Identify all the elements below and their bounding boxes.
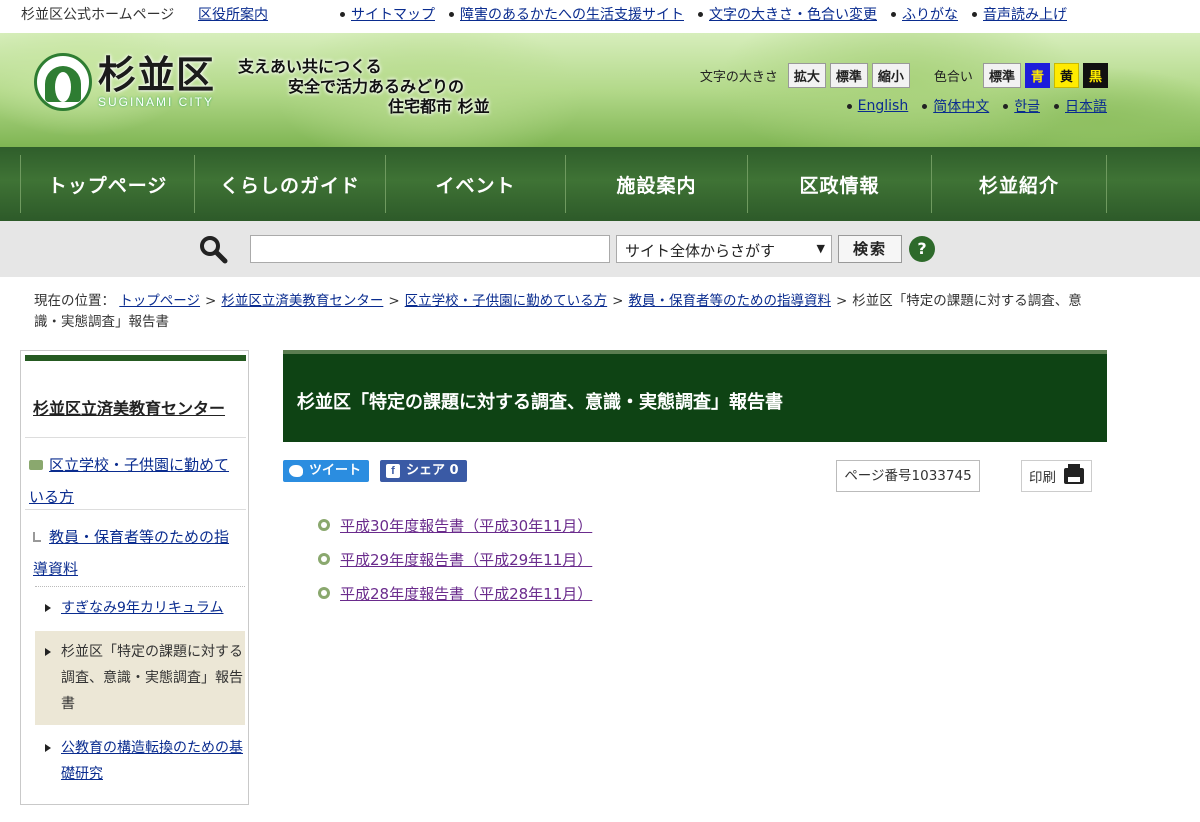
- breadcrumb-link[interactable]: 区立学校・子供園に勤めている方: [405, 293, 608, 309]
- color-label: 色合い: [933, 70, 973, 85]
- bullet-icon: [318, 553, 330, 565]
- display-settings-link[interactable]: 文字の大きさ・色合い変更: [698, 4, 877, 24]
- lang-english-link[interactable]: English: [846, 96, 908, 116]
- printer-icon: [1064, 464, 1084, 484]
- city-emblem-icon: [34, 53, 92, 111]
- nav-events[interactable]: イベント: [385, 155, 565, 213]
- sidebar: 杉並区立済美教育センター 区立学校・子供園に勤めている方 教員・保育者等のための…: [20, 350, 249, 805]
- nav-government-info[interactable]: 区政情報: [747, 155, 931, 213]
- furigana-link[interactable]: ふりがな: [891, 4, 958, 24]
- breadcrumb-link[interactable]: 杉並区立済美教育センター: [221, 293, 383, 309]
- report-list: 平成30年度報告書（平成30年11月） 平成29年度報告書（平成29年11月） …: [318, 508, 592, 610]
- sitemap-link[interactable]: サイトマップ: [340, 4, 435, 24]
- site-logo[interactable]: 杉並区 SUGINAMI CITY: [34, 53, 215, 111]
- display-tools: 文字の大きさ 拡大 標準 縮小 色合い 標準 青 黄 黒: [700, 63, 1108, 88]
- color-black-button[interactable]: 黒: [1082, 63, 1108, 88]
- triangle-right-icon: [45, 604, 51, 612]
- color-blue-button[interactable]: 青: [1024, 63, 1050, 88]
- lang-chinese-link[interactable]: 简体中文: [922, 96, 989, 116]
- lang-korean-link[interactable]: 한글: [1003, 96, 1040, 116]
- logo-name: 杉並区: [98, 53, 216, 97]
- triangle-right-icon: [45, 744, 51, 752]
- font-shrink-button[interactable]: 縮小: [871, 63, 910, 88]
- list-item: 平成28年度報告書（平成28年11月）: [318, 576, 592, 610]
- bullet-icon: [922, 103, 928, 109]
- bullet-icon: [449, 11, 454, 17]
- sidebar-title-link[interactable]: 杉並区立済美教育センター: [33, 395, 225, 419]
- tree-corner-icon: [33, 532, 41, 542]
- search-button[interactable]: 検索: [838, 235, 902, 263]
- bullet-icon: [698, 11, 703, 17]
- page-title: 杉並区「特定の課題に対する調査、意識・実態調査」報告書: [297, 392, 783, 413]
- search-scope-select[interactable]: サイト全体からさがす ▼: [616, 235, 832, 263]
- print-button[interactable]: 印刷: [1021, 460, 1092, 492]
- accessibility-site-link[interactable]: 障害のあるかたへの生活支援サイト: [449, 4, 684, 24]
- bullet-icon: [891, 11, 896, 17]
- lang-japanese-link[interactable]: 日本語: [1054, 96, 1107, 116]
- color-standard-button[interactable]: 標準: [982, 63, 1021, 88]
- utility-nav: サイトマップ 障害のあるかたへの生活支援サイト 文字の大きさ・色合い変更 ふりが…: [340, 4, 1067, 24]
- bullet-icon: [972, 11, 977, 17]
- color-yellow-button[interactable]: 黄: [1053, 63, 1079, 88]
- sidebar-sub-curriculum[interactable]: すぎなみ9年カリキュラム: [35, 595, 245, 621]
- site-header: 杉並区 SUGINAMI CITY 支えあい共につくる 安全で活力あるみどりの …: [0, 33, 1200, 147]
- tweet-button[interactable]: ツイート: [283, 460, 370, 482]
- sidebar-item-school-staff[interactable]: 区立学校・子供園に勤めている方: [29, 449, 241, 513]
- bullet-icon: [340, 11, 345, 17]
- bullet-icon: [846, 103, 852, 109]
- read-aloud-link[interactable]: 音声読み上げ: [972, 4, 1067, 24]
- slogan: 支えあい共につくる 安全で活力あるみどりの 住宅都市 杉並: [238, 57, 490, 116]
- list-item: 平成29年度報告書（平成29年11月）: [318, 542, 592, 576]
- nav-top-page[interactable]: トップページ: [20, 155, 194, 213]
- report-link-h28[interactable]: 平成28年度報告書（平成28年11月）: [340, 583, 592, 604]
- facebook-share-button[interactable]: f シェア 0: [380, 460, 467, 482]
- page-number: ページ番号1033745: [836, 460, 980, 492]
- breadcrumb-link[interactable]: トップページ: [119, 293, 200, 309]
- font-enlarge-button[interactable]: 拡大: [787, 63, 826, 88]
- help-icon[interactable]: ?: [909, 236, 935, 262]
- logo-roman: SUGINAMI CITY: [98, 95, 215, 109]
- nav-living-guide[interactable]: くらしのガイド: [194, 155, 385, 213]
- sidebar-item-teaching-materials[interactable]: 教員・保育者等のための指導資料: [33, 521, 243, 585]
- font-size-label: 文字の大きさ: [699, 70, 778, 85]
- breadcrumb-link[interactable]: 教員・保育者等のための指導資料: [628, 293, 831, 309]
- triangle-right-icon: [45, 648, 51, 656]
- folder-icon: [29, 460, 43, 470]
- twitter-icon: [289, 465, 303, 477]
- page-title-banner: 杉並区「特定の課題に対する調査、意識・実態調査」報告書: [283, 350, 1107, 442]
- search-bar: サイト全体からさがす ▼ 検索 ?: [0, 221, 1200, 277]
- utility-bar: 杉並区公式ホームページ 区役所案内 サイトマップ 障害のあるかたへの生活支援サイ…: [0, 0, 1200, 28]
- search-input[interactable]: [250, 235, 610, 263]
- sidebar-sub-survey-report[interactable]: 杉並区「特定の課題に対する調査、意識・実態調査」報告書: [35, 631, 245, 725]
- report-link-h29[interactable]: 平成29年度報告書（平成29年11月）: [340, 549, 592, 570]
- bullet-icon: [318, 519, 330, 531]
- bullet-icon: [1054, 103, 1059, 109]
- nav-about-suginami[interactable]: 杉並紹介: [931, 155, 1107, 213]
- list-item: 平成30年度報告書（平成30年11月）: [318, 508, 592, 542]
- main-navigation: トップページ くらしのガイド イベント 施設案内 区政情報 杉並紹介: [0, 147, 1200, 221]
- report-link-h30[interactable]: 平成30年度報告書（平成30年11月）: [340, 515, 592, 536]
- office-guide-link[interactable]: 区役所案内: [198, 4, 268, 24]
- bullet-icon: [318, 587, 330, 599]
- breadcrumb: 現在の位置： トップページ > 杉並区立済美教育センター > 区立学校・子供園に勤めてい…: [34, 293, 1082, 330]
- search-icon: [200, 236, 228, 264]
- bullet-icon: [1003, 103, 1009, 109]
- sidebar-sub-basic-research[interactable]: 公教育の構造転換のための基礎研究: [35, 735, 245, 787]
- language-links: English 简体中文 한글 日本語: [846, 96, 1107, 116]
- nav-facilities[interactable]: 施設案内: [565, 155, 747, 213]
- dropdown-arrow-icon: ▼: [816, 242, 825, 255]
- font-standard-button[interactable]: 標準: [829, 63, 868, 88]
- facebook-icon: f: [386, 464, 400, 478]
- site-name-text: 杉並区公式ホームページ: [21, 7, 175, 23]
